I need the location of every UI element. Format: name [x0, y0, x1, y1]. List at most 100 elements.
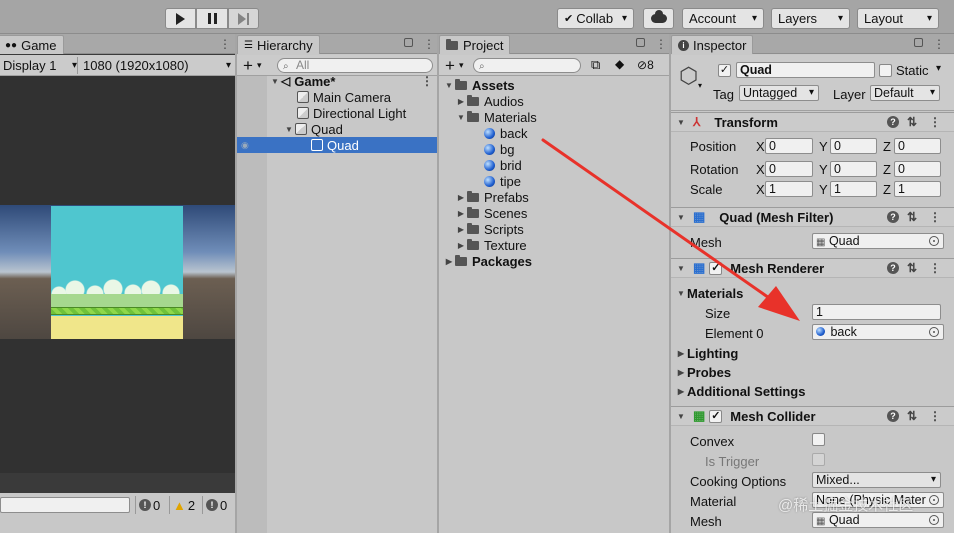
materials-foldout[interactable]: ▼ Materials — [671, 285, 954, 301]
tab-inspector[interactable]: i Inspector — [671, 35, 754, 54]
hierarchy-search-input[interactable]: ⌕ All — [277, 58, 433, 73]
position-y-input[interactable]: 0 — [830, 138, 877, 154]
hierarchy-menu-icon[interactable]: ⋮ — [423, 37, 435, 51]
project-menu-icon[interactable]: ⋮ — [655, 37, 667, 51]
help-icon[interactable]: ? — [887, 116, 899, 128]
game-viewport[interactable] — [0, 76, 235, 473]
lock-icon[interactable] — [914, 38, 923, 47]
settings-sliders-icon[interactable]: ⇅ — [907, 261, 917, 275]
hierarchy-item-quad-selected[interactable]: ◉ Quad — [237, 137, 437, 153]
probes-foldout[interactable]: ▶ Probes — [671, 364, 954, 380]
play-button[interactable] — [165, 8, 196, 29]
project-item-prefabs[interactable]: ▶ Prefabs — [439, 189, 669, 205]
component-menu-icon[interactable]: ⋮ — [929, 115, 941, 129]
rotation-x-input[interactable]: 0 — [765, 161, 813, 177]
project-search-input[interactable]: ⌕ — [473, 58, 581, 73]
scene-menu-icon[interactable]: ⋮ — [421, 74, 433, 88]
lighting-foldout[interactable]: ▶ Lighting — [671, 345, 954, 361]
warn-count[interactable]: ▲ 2 — [169, 496, 195, 514]
settings-sliders-icon[interactable]: ⇅ — [907, 409, 917, 423]
play-icon — [176, 12, 185, 25]
mesh-renderer-header[interactable]: ▼ ▦ ✓ Mesh Renderer ? ⇅ ⋮ — [671, 258, 954, 278]
project-item-material-back[interactable]: back — [439, 125, 669, 141]
filter-type-icon[interactable]: ⧉ — [591, 57, 600, 73]
display-dropdown[interactable]: Display 1 — [0, 57, 78, 74]
project-item-material-bg[interactable]: bg — [439, 141, 669, 157]
collab-dropdown[interactable]: ✔ Collab — [557, 8, 634, 29]
hierarchy-item-game-scene[interactable]: ▼ ◁ Game* ⋮ — [237, 73, 437, 89]
hierarchy-item-quad-parent[interactable]: ▼ Quad — [237, 121, 437, 137]
component-menu-icon[interactable]: ⋮ — [929, 261, 941, 275]
position-z-input[interactable]: 0 — [894, 138, 941, 154]
lock-icon[interactable] — [404, 38, 413, 47]
error-count[interactable]: ! 0 — [202, 496, 227, 514]
tag-icon[interactable]: ◆ — [615, 57, 624, 71]
visibility-icon[interactable]: ◉ — [241, 140, 249, 151]
rotation-y-input[interactable]: 0 — [830, 161, 877, 177]
lock-icon[interactable] — [636, 38, 645, 47]
transform-header[interactable]: ▼ ⅄ Transform ? ⇅ ⋮ — [671, 112, 954, 132]
project-item-audios[interactable]: ▶ Audios — [439, 93, 669, 109]
project-item-packages[interactable]: ▶ Packages — [439, 253, 669, 269]
step-button[interactable] — [228, 8, 259, 29]
settings-sliders-icon[interactable]: ⇅ — [907, 210, 917, 224]
game-menu-icon[interactable]: ⋮ — [219, 37, 231, 51]
hierarchy-item-directional-light[interactable]: Directional Light — [237, 105, 437, 121]
help-icon[interactable]: ? — [887, 262, 899, 274]
pause-button[interactable] — [196, 8, 228, 29]
help-icon[interactable]: ? — [887, 410, 899, 422]
active-checkbox[interactable]: ✓ — [718, 64, 731, 77]
hidden-packages-toggle[interactable]: ⊘8 — [637, 58, 654, 72]
layer-dropdown[interactable]: Default — [870, 85, 940, 101]
cloud-button[interactable] — [643, 8, 674, 29]
component-menu-icon[interactable]: ⋮ — [929, 210, 941, 224]
static-checkbox[interactable] — [879, 64, 892, 77]
scale-z-input[interactable]: 1 — [894, 181, 941, 197]
project-item-assets[interactable]: ▼ Assets — [439, 77, 669, 93]
project-tabbar: Project ⋮ — [439, 34, 669, 54]
account-dropdown[interactable]: Account — [682, 8, 764, 29]
object-picker-icon[interactable] — [929, 236, 939, 246]
tag-dropdown[interactable]: Untagged — [739, 85, 819, 101]
project-item-material-brid[interactable]: brid — [439, 157, 669, 173]
materials-size-input[interactable]: 1 — [812, 304, 941, 320]
cooking-options-dropdown[interactable]: Mixed... — [812, 472, 941, 488]
mesh-collider-header[interactable]: ▼ ▦ ✓ Mesh Collider ? ⇅ ⋮ — [671, 406, 954, 426]
project-item-scripts[interactable]: ▶ Scripts — [439, 221, 669, 237]
tab-game[interactable]: ●● Game — [0, 35, 64, 54]
additional-settings-foldout[interactable]: ▶ Additional Settings — [671, 383, 954, 399]
object-picker-icon[interactable] — [929, 327, 939, 337]
static-dropdown[interactable]: Static — [896, 63, 941, 78]
position-label: Position — [690, 139, 737, 154]
component-menu-icon[interactable]: ⋮ — [929, 409, 941, 423]
inspector-menu-icon[interactable]: ⋮ — [933, 37, 945, 51]
project-item-texture[interactable]: ▶ Texture — [439, 237, 669, 253]
mesh-filter-header[interactable]: ▼ ▦ Quad (Mesh Filter) ? ⇅ ⋮ — [671, 207, 954, 227]
tab-project[interactable]: Project — [439, 35, 511, 54]
resolution-dropdown[interactable]: 1080 (1920x1080) — [80, 57, 235, 74]
project-item-scenes[interactable]: ▶ Scenes — [439, 205, 669, 221]
project-item-material-tipe[interactable]: tipe — [439, 173, 669, 189]
settings-sliders-icon[interactable]: ⇅ — [907, 115, 917, 129]
info-count[interactable]: ! 0 — [135, 496, 160, 514]
scale-y-input[interactable]: 1 — [830, 181, 877, 197]
scale-x-input[interactable]: 1 — [765, 181, 813, 197]
add-icon[interactable]: + — [445, 56, 455, 76]
element0-field[interactable]: back — [812, 324, 944, 340]
mesh-filter-mesh-field[interactable]: ▦ Quad — [812, 233, 944, 249]
help-icon[interactable]: ? — [887, 211, 899, 223]
tab-hierarchy[interactable]: ☰ Hierarchy — [237, 35, 320, 54]
object-picker-icon[interactable] — [929, 495, 939, 505]
layers-dropdown[interactable]: Layers — [771, 8, 850, 29]
mesh-collider-enabled-checkbox[interactable]: ✓ — [709, 409, 723, 423]
mesh-renderer-enabled-checkbox[interactable]: ✓ — [709, 261, 723, 275]
project-item-materials[interactable]: ▼ Materials — [439, 109, 669, 125]
object-picker-icon[interactable] — [929, 515, 939, 525]
hierarchy-item-main-camera[interactable]: Main Camera — [237, 89, 437, 105]
console-input[interactable] — [0, 497, 130, 513]
object-name-input[interactable]: Quad — [736, 62, 875, 78]
rotation-z-input[interactable]: 0 — [894, 161, 941, 177]
position-x-input[interactable]: 0 — [765, 138, 813, 154]
convex-checkbox[interactable] — [812, 433, 825, 446]
layout-dropdown[interactable]: Layout — [857, 8, 939, 29]
